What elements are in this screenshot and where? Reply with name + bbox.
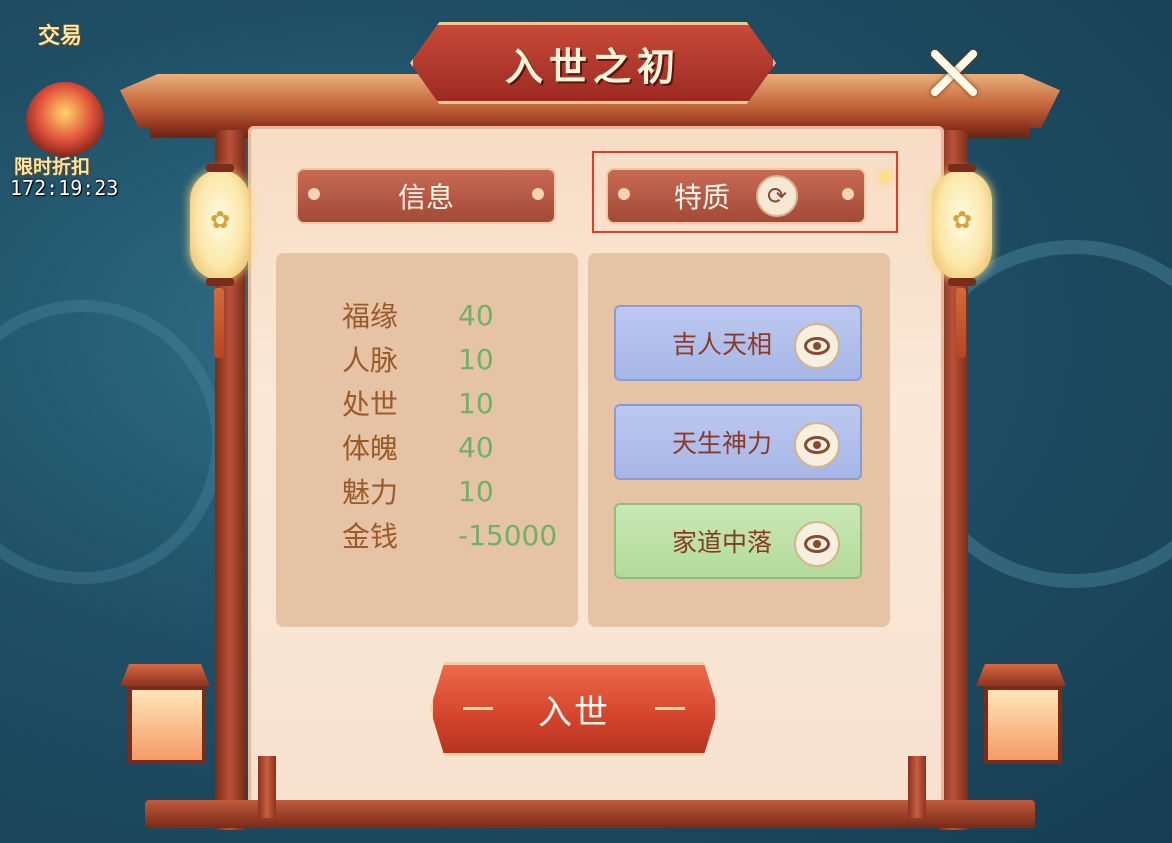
stat-value: -15000 xyxy=(458,518,558,552)
enter-world-button[interactable]: 入世 xyxy=(430,662,718,756)
lantern-icon: ✿ xyxy=(932,164,992,358)
stat-name: 处世 xyxy=(342,388,399,421)
stat-row: 体魄 40 xyxy=(342,427,494,467)
stat-value: 40 xyxy=(458,430,494,464)
close-icon[interactable] xyxy=(922,42,982,102)
eye-icon[interactable] xyxy=(794,422,840,468)
trait-name: 吉人天相 xyxy=(672,330,773,359)
stat-row: 处世 10 xyxy=(342,383,494,423)
stat-name: 福缘 xyxy=(342,300,399,333)
stat-name: 金钱 xyxy=(342,520,399,553)
ornament-icon xyxy=(532,188,544,200)
eye-icon[interactable] xyxy=(794,323,840,369)
dialog-title: 入世之初 xyxy=(504,43,681,89)
stat-value: 10 xyxy=(458,474,494,508)
trait-card[interactable]: 天生神力 xyxy=(614,404,862,480)
stat-name: 魅力 xyxy=(342,476,399,509)
title-banner: 入世之初 xyxy=(410,22,776,104)
sale-label[interactable]: 限时折扣 xyxy=(14,152,90,179)
lantern-icon: ✿ xyxy=(190,164,250,358)
stat-row: 人脉 10 xyxy=(342,339,494,379)
stat-row: 福缘 40 xyxy=(342,295,494,335)
enter-world-label: 入世 xyxy=(538,692,610,733)
sparkle-icon xyxy=(880,172,890,182)
tower-lamp-roof xyxy=(976,664,1066,686)
stat-row: 金钱 -15000 xyxy=(342,515,557,555)
trait-card[interactable]: 吉人天相 xyxy=(614,305,862,381)
button-ornament xyxy=(655,707,685,710)
tower-lamp-icon xyxy=(128,686,206,764)
trait-card[interactable]: 家道中落 xyxy=(614,503,862,579)
trait-name: 家道中落 xyxy=(672,528,773,557)
stats-panel: 福缘 40 人脉 10 处世 10 体魄 40 魅力 10 金钱 -15000 xyxy=(276,253,578,627)
traits-panel: 吉人天相 天生神力 家道中落 xyxy=(588,253,890,627)
stat-name: 体魄 xyxy=(342,432,399,465)
tab-info-label: 信息 xyxy=(397,181,454,214)
trade-label[interactable]: 交易 xyxy=(38,18,82,50)
stat-value: 10 xyxy=(458,386,494,420)
rail-post xyxy=(908,756,926,818)
tower-lamp-icon xyxy=(984,686,1062,764)
stat-name: 人脉 xyxy=(342,344,399,377)
ornament-icon xyxy=(308,188,320,200)
tab-info[interactable]: 信息 xyxy=(296,168,556,224)
sale-icon[interactable] xyxy=(26,82,104,160)
tower-lamp-roof xyxy=(120,664,210,686)
trait-name: 天生神力 xyxy=(672,429,773,458)
stat-value: 40 xyxy=(458,298,494,332)
stat-value: 10 xyxy=(458,342,494,376)
sale-timer: 172:19:23 xyxy=(10,176,119,200)
bottom-rail xyxy=(145,800,1035,828)
rail-post xyxy=(258,756,276,818)
highlight-box xyxy=(592,151,898,233)
eye-icon[interactable] xyxy=(794,521,840,567)
stat-row: 魅力 10 xyxy=(342,471,494,511)
button-ornament xyxy=(463,707,493,710)
